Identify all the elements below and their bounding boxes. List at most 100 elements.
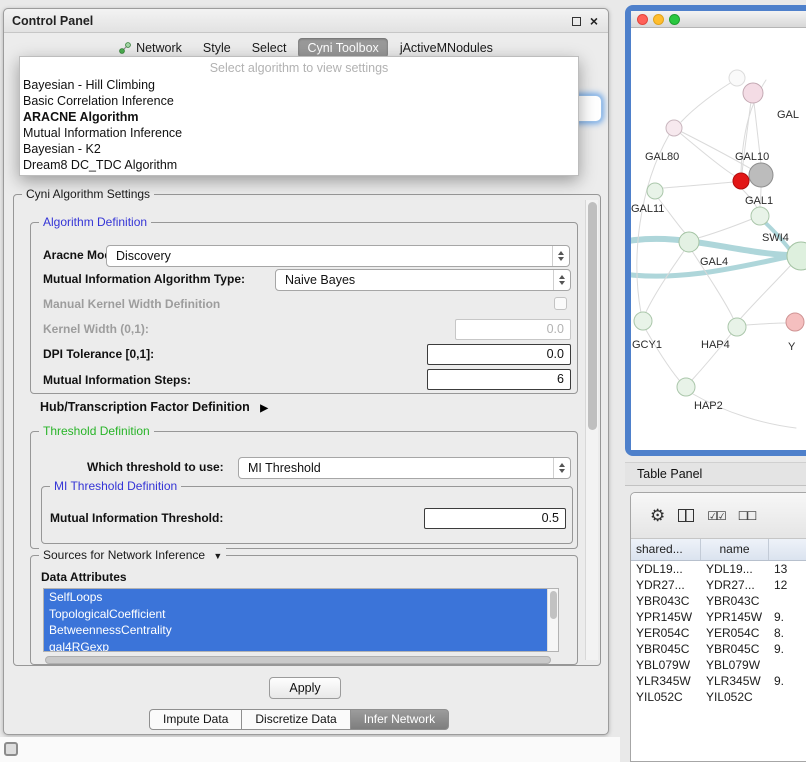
deselect-all-columns-icon[interactable]: ☐☐ bbox=[738, 509, 756, 523]
list-horizontal-scrollbar[interactable] bbox=[43, 656, 559, 665]
network-node[interactable] bbox=[729, 70, 745, 86]
scrollbar-thumb[interactable] bbox=[45, 656, 551, 664]
network-edge[interactable] bbox=[746, 323, 786, 325]
scrollbar-thumb[interactable] bbox=[550, 591, 557, 619]
table-cell: YER054C bbox=[701, 625, 769, 641]
network-edge[interactable] bbox=[741, 265, 791, 318]
network-edge[interactable] bbox=[646, 251, 684, 312]
group-title: MI Threshold Definition bbox=[50, 479, 181, 493]
dropdown-item[interactable]: Mutual Information Inference bbox=[20, 125, 578, 141]
list-scrollbar[interactable] bbox=[547, 589, 558, 651]
table-row[interactable]: YIL052CYIL052C bbox=[631, 689, 806, 705]
tab-select[interactable]: Select bbox=[243, 38, 296, 58]
network-node[interactable] bbox=[733, 173, 749, 189]
collapse-right-icon[interactable]: ▶ bbox=[260, 403, 268, 414]
table-cell: YDR27... bbox=[701, 577, 769, 593]
tab-network[interactable]: Network bbox=[110, 38, 191, 58]
tab-jactivemodules[interactable]: jActiveMNodules bbox=[391, 38, 502, 58]
network-canvas[interactable]: GALGAL80GAL10GAL11GAL1SWI4GAL4GCY1HAP4YH… bbox=[631, 28, 806, 450]
float-window-icon[interactable] bbox=[572, 17, 581, 26]
dropdown-item-selected[interactable]: ARACNE Algorithm bbox=[20, 109, 578, 125]
network-node-gal[interactable] bbox=[743, 83, 763, 103]
tab-label: Cyni Toolbox bbox=[307, 41, 378, 55]
table-cell: YBR043C bbox=[701, 593, 769, 609]
mi-steps-label: Mutual Information Steps: bbox=[43, 373, 191, 387]
network-edge[interactable] bbox=[681, 79, 737, 122]
combobox-value: Naive Bayes bbox=[285, 273, 355, 287]
scrollbar-thumb[interactable] bbox=[588, 202, 597, 430]
table-row[interactable]: YDR27...YDR27...12 bbox=[631, 577, 806, 593]
table-row[interactable]: YLR345WYLR345W9. bbox=[631, 673, 806, 689]
network-edge[interactable] bbox=[663, 182, 733, 188]
dropdown-item[interactable]: Basic Correlation Inference bbox=[20, 93, 578, 109]
close-traffic-light-icon[interactable] bbox=[637, 14, 648, 25]
show-columns-icon[interactable] bbox=[678, 509, 694, 522]
network-node-hap2[interactable] bbox=[677, 378, 695, 396]
manual-kernel-checkbox[interactable] bbox=[554, 297, 567, 310]
network-node-gcy1[interactable] bbox=[634, 312, 652, 330]
mi-threshold-field[interactable]: 0.5 bbox=[424, 508, 566, 529]
table-cell bbox=[769, 593, 806, 609]
table-cell: YLR345W bbox=[631, 673, 701, 689]
tab-impute-data[interactable]: Impute Data bbox=[149, 709, 242, 730]
apply-button[interactable]: Apply bbox=[269, 677, 341, 699]
table-cell: 9. bbox=[769, 673, 806, 689]
network-edge[interactable] bbox=[674, 128, 735, 176]
which-threshold-combobox[interactable]: MI Threshold bbox=[238, 457, 571, 479]
list-item[interactable]: SelfLoops bbox=[44, 589, 547, 606]
collapse-down-icon[interactable]: ▼ bbox=[213, 551, 222, 561]
table-row[interactable]: YER054CYER054C8. bbox=[631, 625, 806, 641]
network-node-gal10[interactable] bbox=[749, 163, 773, 187]
mi-type-combobox[interactable]: Naive Bayes bbox=[275, 269, 571, 291]
table-row[interactable]: YBR043CYBR043C bbox=[631, 593, 806, 609]
network-edge[interactable] bbox=[646, 330, 679, 380]
mi-steps-field[interactable]: 6 bbox=[427, 369, 571, 390]
dropdown-item[interactable]: Bayesian - Hill Climbing bbox=[20, 77, 578, 93]
combobox-stepper-icon bbox=[552, 246, 569, 266]
network-window-titlebar[interactable] bbox=[631, 11, 806, 28]
select-all-columns-icon[interactable]: ☑☑ bbox=[707, 509, 725, 523]
list-item[interactable]: gal4RGexp bbox=[44, 639, 547, 653]
algorithm-dropdown-popup: Select algorithm to view settings Bayesi… bbox=[19, 56, 579, 176]
table-row[interactable]: YBR045CYBR045C9. bbox=[631, 641, 806, 657]
hub-definition-section[interactable]: Hub/Transcription Factor Definition ▶ bbox=[40, 400, 268, 414]
tab-style[interactable]: Style bbox=[194, 38, 240, 58]
column-header-name[interactable]: name bbox=[701, 539, 769, 560]
network-node-hap4[interactable] bbox=[728, 318, 746, 336]
table-body: YDL19...YDL19...13YDR27...YDR27...12YBR0… bbox=[631, 561, 806, 761]
close-icon[interactable]: × bbox=[590, 14, 598, 28]
network-node-gal4[interactable] bbox=[679, 232, 699, 252]
table-row[interactable]: YBL079WYBL079W bbox=[631, 657, 806, 673]
minimize-traffic-light-icon[interactable] bbox=[653, 14, 664, 25]
list-item[interactable]: BetweennessCentrality bbox=[44, 622, 547, 639]
settings-scrollbar[interactable] bbox=[585, 200, 598, 660]
network-node-gal1[interactable] bbox=[751, 207, 769, 225]
zoom-traffic-light-icon[interactable] bbox=[669, 14, 680, 25]
tab-cyni-toolbox[interactable]: Cyni Toolbox bbox=[298, 38, 387, 58]
bottom-strip bbox=[0, 737, 620, 762]
dropdown-item[interactable]: Bayesian - K2 bbox=[20, 141, 578, 157]
group-title: Threshold Definition bbox=[39, 424, 154, 438]
list-item[interactable]: TopologicalCoefficient bbox=[44, 606, 547, 623]
network-node-label: GCY1 bbox=[632, 339, 662, 351]
column-header-partial[interactable] bbox=[769, 539, 806, 560]
mi-threshold-group: MI Threshold Definition Mutual Informati… bbox=[41, 486, 573, 544]
tab-discretize-data[interactable]: Discretize Data bbox=[241, 709, 350, 730]
column-header-shared-name[interactable]: shared... bbox=[631, 539, 701, 560]
table-cell: YDR27... bbox=[631, 577, 701, 593]
dropdown-item[interactable]: Dream8 DC_TDC Algorithm bbox=[20, 157, 578, 173]
network-node-gal80[interactable] bbox=[666, 120, 682, 136]
network-node-gal11[interactable] bbox=[647, 183, 663, 199]
network-node-y[interactable] bbox=[786, 313, 804, 331]
table-cell: YBR045C bbox=[631, 641, 701, 657]
tab-infer-network[interactable]: Infer Network bbox=[350, 709, 449, 730]
gear-icon[interactable]: ⚙ bbox=[650, 506, 665, 526]
network-edge[interactable] bbox=[698, 219, 752, 238]
table-row[interactable]: YDL19...YDL19...13 bbox=[631, 561, 806, 577]
dpi-tolerance-field[interactable]: 0.0 bbox=[427, 344, 571, 365]
sources-title[interactable]: Sources for Network Inference ▼ bbox=[39, 548, 226, 562]
aracne-mode-combobox[interactable]: Discovery bbox=[106, 245, 570, 267]
kernel-width-field[interactable]: 0.0 bbox=[455, 319, 571, 340]
collapsed-panel-icon[interactable] bbox=[4, 742, 18, 756]
table-row[interactable]: YPR145WYPR145W9. bbox=[631, 609, 806, 625]
